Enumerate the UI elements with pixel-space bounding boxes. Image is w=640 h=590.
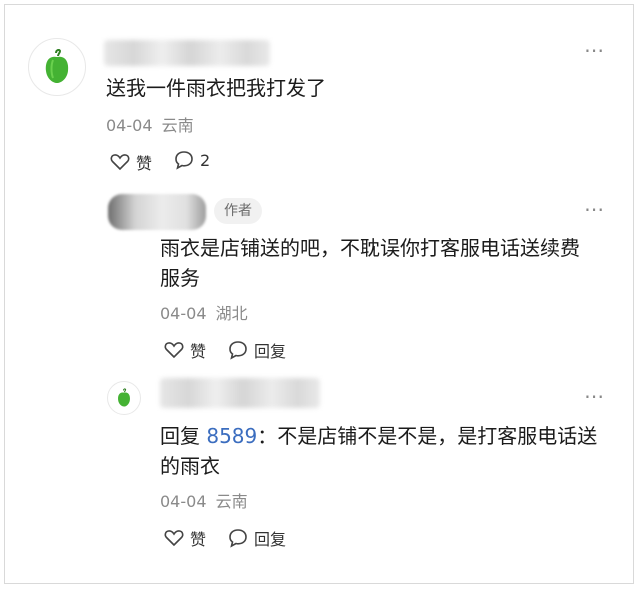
reply-count: 2: [200, 150, 211, 170]
reply-meta: 04-04 湖北: [160, 304, 248, 324]
green-pepper-icon: [45, 49, 69, 83]
green-pepper-icon: [118, 388, 130, 407]
like-button[interactable]: 赞: [164, 338, 206, 362]
reply-button[interactable]: 回复: [228, 338, 286, 362]
comment-location: 云南: [161, 116, 194, 135]
avatar[interactable]: [28, 38, 86, 96]
like-label: 赞: [190, 530, 207, 549]
reply-prefix: 回复: [160, 424, 200, 448]
like-label: 赞: [190, 342, 207, 361]
comment-bubble-icon: [175, 151, 193, 170]
reply-text-line2: 服务: [160, 266, 200, 290]
like-button[interactable]: 赞: [164, 526, 206, 550]
comment-date: 04-04: [106, 116, 153, 135]
reply-button[interactable]: 回复: [228, 526, 286, 550]
comment-bubble-icon: [229, 529, 247, 548]
more-options-icon[interactable]: ⋯: [584, 40, 605, 60]
author-badge: 作者: [214, 198, 262, 224]
reply-text-rest: ：不是店铺不是不是，是打客服电话送: [257, 424, 598, 448]
comment-meta: 04-04 云南: [106, 116, 194, 136]
comment-text: 送我一件雨衣把我打发了: [106, 76, 326, 100]
reply-text-line1: 雨衣是店铺送的吧，不耽误你打客服电话送续费: [160, 236, 580, 260]
username-blurred: [104, 40, 270, 66]
comment-bubble-icon: [229, 341, 247, 360]
reply-label: 回复: [254, 530, 287, 549]
reply-to-user[interactable]: 8589: [206, 424, 257, 448]
reply-meta: 04-04 云南: [160, 492, 248, 512]
reply-text-line1: 回复 8589：不是店铺不是不是，是打客服电话送: [160, 420, 597, 452]
more-options-icon[interactable]: ⋯: [584, 199, 605, 219]
like-button[interactable]: 赞: [110, 150, 152, 174]
heart-icon: [164, 342, 184, 359]
reply-label: 回复: [254, 342, 287, 361]
reply-count-button[interactable]: 2: [174, 150, 210, 170]
reply-text-line2: 的雨衣: [160, 454, 220, 478]
reply-location: 湖北: [215, 304, 248, 323]
avatar[interactable]: [107, 381, 141, 415]
reply-date: 04-04: [160, 492, 207, 511]
avatar[interactable]: [108, 194, 206, 230]
heart-icon: [164, 530, 184, 547]
reply-location: 云南: [215, 492, 248, 511]
heart-icon: [110, 154, 130, 171]
username-blurred: [160, 378, 320, 408]
more-options-icon[interactable]: ⋯: [584, 386, 605, 406]
like-label: 赞: [136, 154, 153, 173]
reply-date: 04-04: [160, 304, 207, 323]
